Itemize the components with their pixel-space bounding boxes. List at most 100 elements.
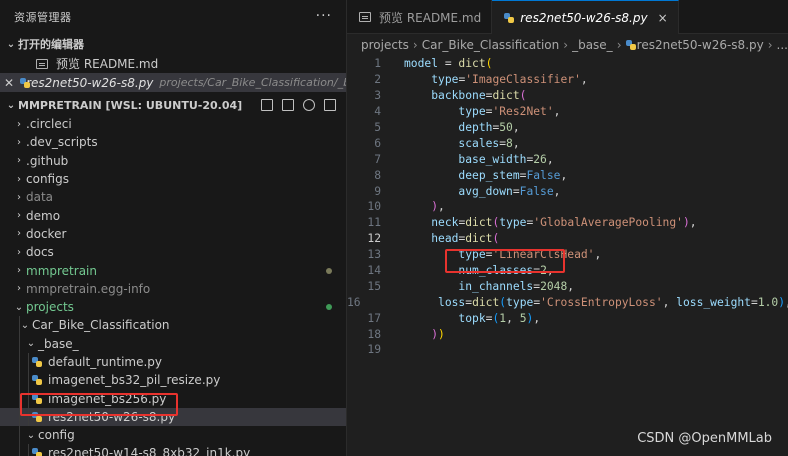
- tree-item-label: Car_Bike_Classification: [32, 318, 170, 333]
- breadcrumb-item[interactable]: _base_: [572, 38, 613, 52]
- workspace-header[interactable]: ⌄ MMPRETRAIN [WSL: UBUNTU-20.04]: [0, 95, 346, 115]
- breadcrumb-item[interactable]: Car_Bike_Classification: [422, 38, 560, 52]
- python-file-icon: [625, 40, 636, 50]
- more-actions-icon[interactable]: ···: [316, 8, 332, 24]
- indent-guide: [19, 426, 20, 445]
- open-editor-path: projects/Car_Bike_Classification/_base_: [159, 76, 346, 89]
- collapse-all-icon[interactable]: [324, 99, 336, 111]
- code-text: in_channels=2048,: [458, 279, 575, 293]
- chevron-down-icon: ⌄: [26, 429, 36, 441]
- tree-item-config[interactable]: ⌄ config: [0, 426, 346, 445]
- tree-item-mmpretrain-egg-info[interactable]: › mmpretrain.egg-info: [0, 280, 346, 298]
- tree-item-default-runtime[interactable]: default_runtime.py: [0, 352, 346, 372]
- tree-item-docker[interactable]: › docker: [0, 225, 346, 243]
- code-editor[interactable]: 1 model = dict( 2 type='ImageClassifier',…: [347, 56, 788, 358]
- breadcrumb: projects › Car_Bike_Classification › _base…: [347, 34, 788, 56]
- modified-dot-icon: [326, 267, 332, 274]
- breadcrumb-item[interactable]: res2net50-w26-s8.py: [637, 38, 764, 52]
- code-line: 7 base_width=26,: [347, 151, 788, 167]
- highlight-box: [20, 393, 178, 416]
- indent-guide: [28, 371, 29, 390]
- code-line: 13 type='LinearClsHead',: [347, 247, 788, 263]
- line-number: 19: [367, 343, 381, 357]
- tab-bar: 预览 README.md res2net50-w26-s8.py ×: [347, 0, 788, 34]
- indent-guide: [28, 444, 29, 456]
- tree-item-demo[interactable]: › demo: [0, 206, 346, 224]
- tab-readme-preview[interactable]: 预览 README.md: [347, 0, 493, 34]
- breadcrumb-item[interactable]: ...: [777, 38, 788, 52]
- tree-item-docs[interactable]: › docs: [0, 243, 346, 261]
- line-number: 16: [347, 295, 361, 309]
- refresh-icon[interactable]: [303, 99, 315, 111]
- code-line: 4 type='Res2Net',: [347, 104, 788, 120]
- line-number: 3: [374, 89, 381, 103]
- markdown-preview-icon: [359, 12, 371, 22]
- open-editor-res2net[interactable]: ✕ res2net50-w26-s8.py projects/Car_Bike_…: [0, 73, 346, 92]
- new-folder-icon[interactable]: [282, 99, 294, 111]
- line-number: 4: [374, 105, 381, 119]
- code-line: 17 topk=(1, 5),: [347, 310, 788, 326]
- code-line: 10 ),: [347, 199, 788, 215]
- tree-item-mmpretrain[interactable]: › mmpretrain: [0, 261, 346, 279]
- line-number: 2: [374, 73, 381, 87]
- chevron-right-icon: ›: [412, 38, 418, 52]
- tree-item-label: data: [26, 190, 54, 205]
- chevron-right-icon: ›: [17, 283, 21, 295]
- tree-item-data[interactable]: › data: [0, 188, 346, 206]
- code-text: neck=dict(type='GlobalAveragePooling'),: [431, 216, 697, 230]
- breadcrumb-item[interactable]: projects: [361, 38, 409, 52]
- code-line: 2 type='ImageClassifier',: [347, 72, 788, 88]
- tree-item-res2net50-w14[interactable]: res2net50-w14-s8_8xb32_in1k.py: [0, 444, 346, 456]
- line-number: 18: [367, 327, 381, 341]
- open-editors-header[interactable]: ⌄ 打开的编辑器: [0, 34, 346, 54]
- chevron-right-icon: ›: [767, 38, 773, 52]
- chevron-right-icon: ›: [616, 38, 622, 52]
- tree-item-circleci[interactable]: › .circleci: [0, 115, 346, 133]
- chevron-right-icon: ›: [17, 265, 21, 277]
- tree-item-configs[interactable]: › configs: [0, 170, 346, 188]
- tree-item-base[interactable]: ⌄ _base_: [0, 334, 346, 353]
- chevron-right-icon: ›: [17, 246, 21, 258]
- chevron-right-icon: ›: [17, 136, 21, 148]
- tree-item-label: imagenet_bs32_pil_resize.py: [48, 373, 221, 388]
- tab-close-icon[interactable]: ×: [658, 11, 668, 25]
- tree-item-github[interactable]: › .github: [0, 152, 346, 170]
- code-text: ),: [431, 200, 445, 214]
- code-line: 18 )): [347, 326, 788, 342]
- code-text: loss=dict(type='CrossEntropyLoss', loss_…: [438, 295, 788, 309]
- code-text: topk=(1, 5),: [458, 311, 541, 325]
- open-editors-label: 打开的编辑器: [18, 38, 84, 51]
- code-line: 19: [347, 342, 788, 358]
- indent-guide: [19, 371, 20, 390]
- line-number: 8: [374, 168, 381, 182]
- tab-res2net50-w26-s8[interactable]: res2net50-w26-s8.py ×: [492, 0, 679, 34]
- code-line: 5 depth=50,: [347, 120, 788, 136]
- close-icon[interactable]: ✕: [4, 76, 14, 90]
- new-file-icon[interactable]: [261, 99, 273, 111]
- tree-item-car-bike-classification[interactable]: ⌄ Car_Bike_Classification: [0, 316, 346, 335]
- chevron-right-icon: ›: [17, 210, 21, 222]
- tab-label: 预览 README.md: [379, 10, 482, 25]
- markdown-preview-icon: [36, 58, 48, 69]
- code-text: head=dict(: [431, 232, 500, 246]
- python-file-icon: [504, 12, 515, 23]
- indent-guide: [19, 334, 20, 353]
- chevron-down-icon: ⌄: [6, 38, 16, 50]
- tree-item-label: default_runtime.py: [48, 355, 163, 369]
- code-text: base_width=26,: [458, 152, 554, 166]
- highlight-box: [445, 249, 565, 273]
- tree-item-imagenet-bs32[interactable]: imagenet_bs32_pil_resize.py: [0, 371, 346, 390]
- chevron-right-icon: ›: [17, 173, 21, 185]
- line-number: 11: [367, 216, 381, 230]
- open-editor-readme[interactable]: 预览 README.md: [0, 54, 346, 73]
- tree-item-label: configs: [26, 172, 69, 187]
- tree-item-projects[interactable]: ⌄ projects: [0, 298, 346, 316]
- chevron-right-icon: ›: [17, 191, 21, 203]
- tree-item-label: res2net50-w14-s8_8xb32_in1k.py: [48, 446, 251, 456]
- watermark: CSDN @OpenMMLab: [637, 431, 772, 446]
- line-number: 10: [367, 200, 381, 214]
- code-line: 15 in_channels=2048,: [347, 278, 788, 294]
- line-number: 15: [367, 279, 381, 293]
- tree-item-dev-scripts[interactable]: › .dev_scripts: [0, 133, 346, 151]
- tree-item-label: _base_: [38, 336, 79, 351]
